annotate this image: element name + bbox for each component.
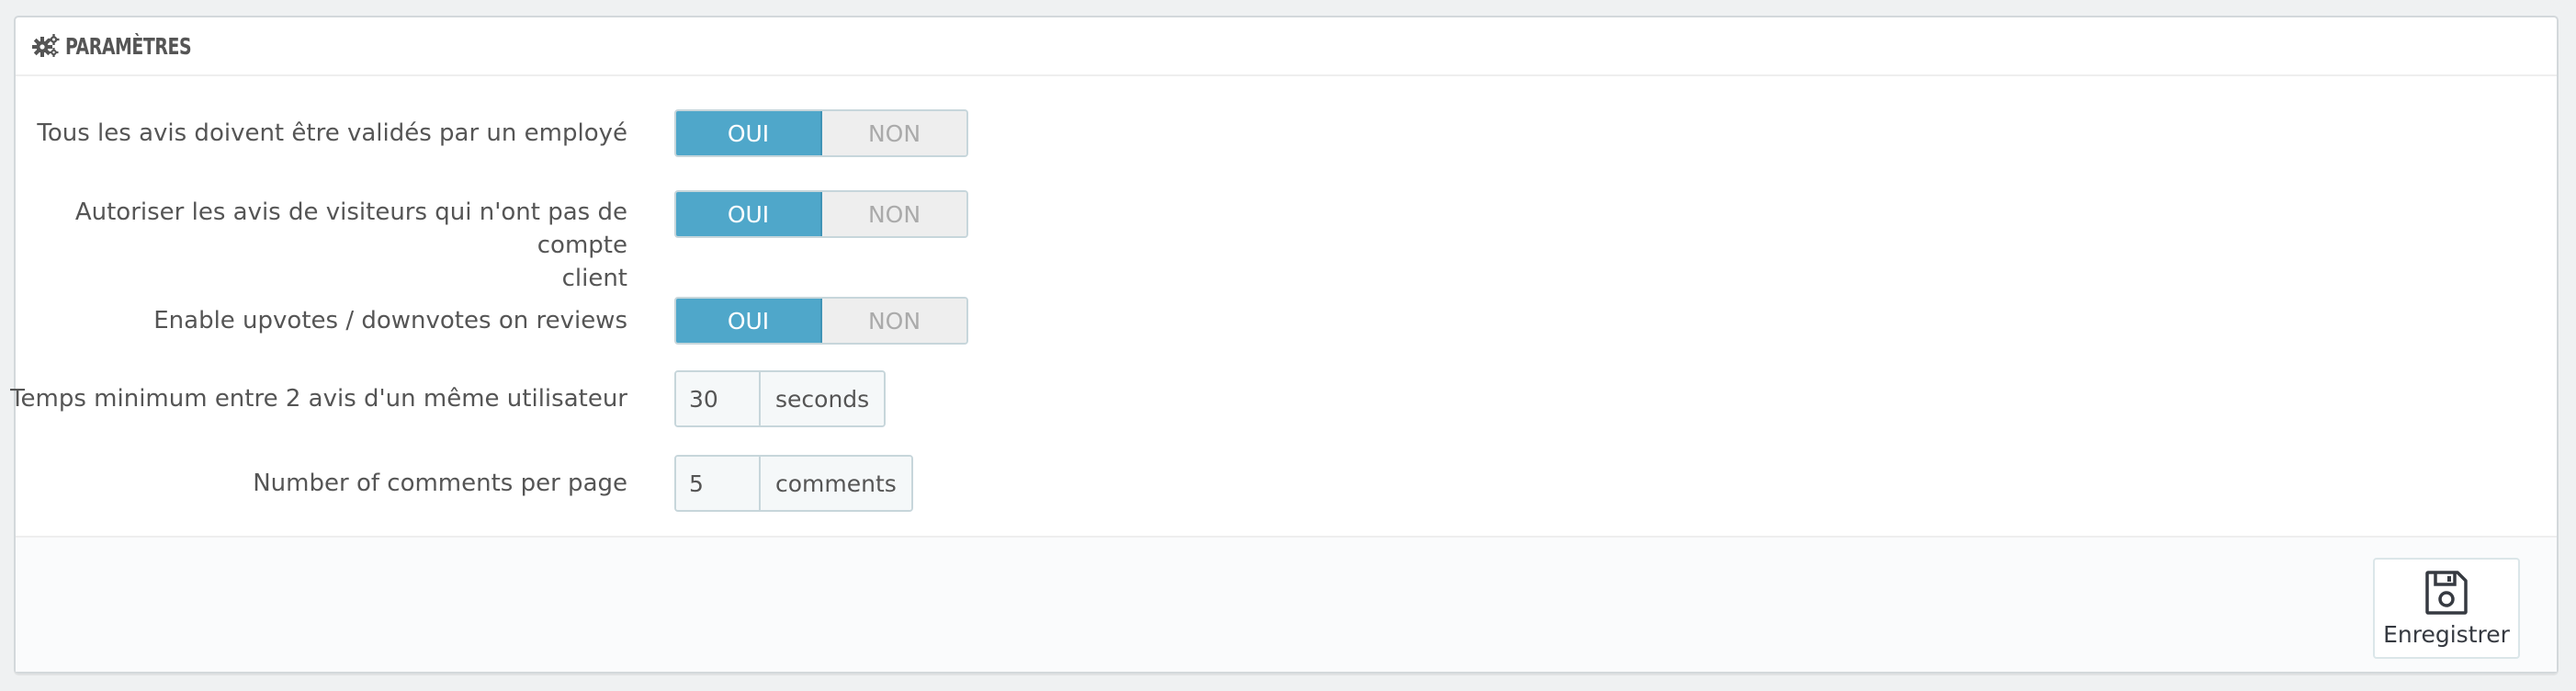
setting-label: Enable upvotes / downvotes on reviews bbox=[153, 307, 627, 334]
moderation-switch[interactable]: OUI NON bbox=[674, 109, 968, 157]
setting-label: Tous les avis doivent être validés par u… bbox=[37, 119, 627, 147]
switch-yes[interactable]: OUI bbox=[676, 299, 822, 343]
per-page-input[interactable] bbox=[676, 457, 761, 510]
setting-label: Temps minimum entre 2 avis d'un même uti… bbox=[10, 385, 627, 413]
min-time-input[interactable] bbox=[676, 372, 761, 425]
setting-label: Number of comments per page bbox=[253, 470, 627, 497]
switch-yes[interactable]: OUI bbox=[676, 111, 822, 155]
per-page-input-group: comments bbox=[674, 455, 913, 512]
panel-title: PARAMÈTRES bbox=[65, 32, 192, 60]
input-suffix: seconds bbox=[761, 372, 885, 425]
input-suffix: comments bbox=[761, 457, 911, 510]
settings-panel: PARAMÈTRES Tous les avis doivent être va… bbox=[10, 16, 2559, 674]
floppy-disk-icon bbox=[2425, 570, 2468, 615]
gears-icon bbox=[32, 34, 60, 57]
switch-no[interactable]: NON bbox=[822, 299, 966, 343]
setting-label-line: client bbox=[561, 265, 627, 292]
panel-footer: Enregistrer bbox=[16, 536, 2557, 672]
switch-no[interactable]: NON bbox=[822, 192, 966, 236]
save-button-label: Enregistrer bbox=[2383, 620, 2510, 648]
min-time-input-group: seconds bbox=[674, 370, 887, 427]
switch-yes[interactable]: OUI bbox=[676, 192, 822, 236]
setting-label: Autoriser les avis de visiteurs qui n'on… bbox=[3, 196, 627, 295]
save-button[interactable]: Enregistrer bbox=[2373, 558, 2520, 659]
switch-no[interactable]: NON bbox=[822, 111, 966, 155]
panel-heading: PARAMÈTRES bbox=[16, 17, 2557, 76]
guest-reviews-switch[interactable]: OUI NON bbox=[674, 190, 968, 238]
usefulness-switch[interactable]: OUI NON bbox=[674, 297, 968, 345]
setting-label-line: Autoriser les avis de visiteurs qui n'on… bbox=[74, 198, 627, 259]
